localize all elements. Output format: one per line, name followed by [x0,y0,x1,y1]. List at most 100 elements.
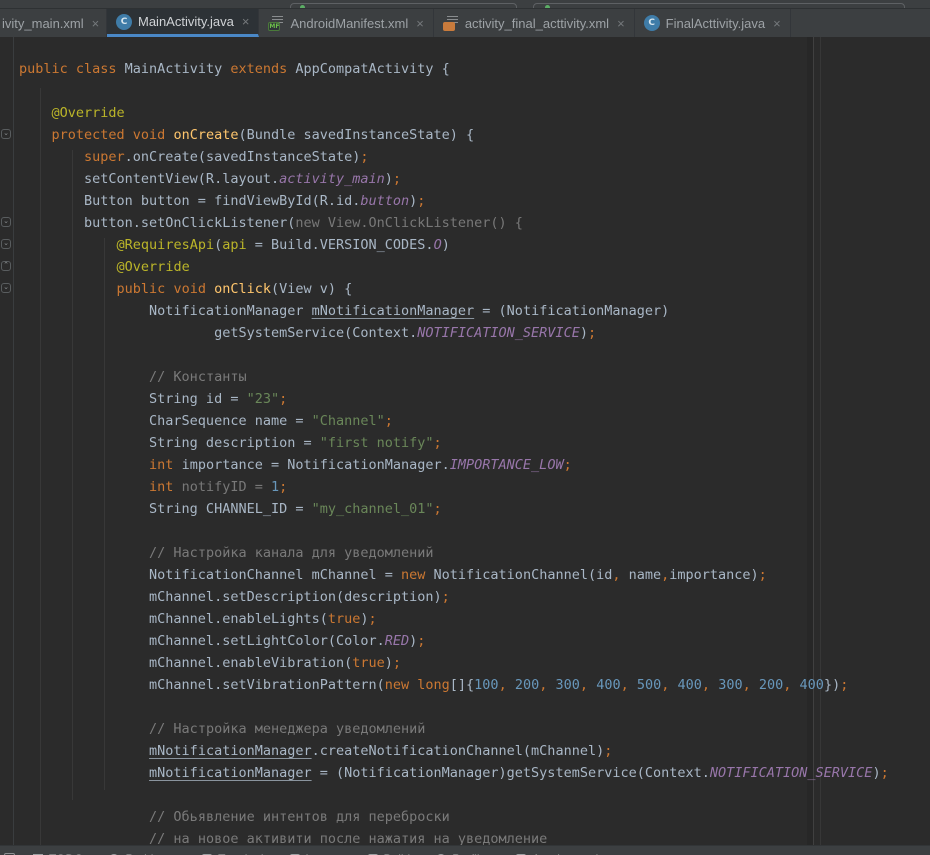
fold-marker-icon[interactable]: ⌄ [1,129,11,139]
code-token: String description = [19,435,320,451]
code-line[interactable]: super.onCreate(savedInstanceState); [19,146,930,168]
code-line[interactable]: @Override [19,256,930,278]
code-line[interactable]: mNotificationManager = (NotificationMana… [19,762,930,784]
code-editor[interactable]: ⌄ ⌄ ⌄ ⌃ ⌄ public class MainActivity extends … [0,37,930,845]
tab-mainactivity-java[interactable]: C MainActivity.java × [107,9,259,37]
code-line[interactable]: mChannel.enableLights(true); [19,608,930,630]
code-line[interactable]: setContentView(R.layout.activity_main); [19,168,930,190]
code-token: IMPORTANCE_LOW [450,457,564,473]
code-line[interactable] [19,80,930,102]
code-line[interactable]: public class MainActivity extends AppCom… [19,58,930,80]
close-icon[interactable]: × [617,17,625,30]
code-token [547,677,555,693]
code-line[interactable]: getSystemService(Context.NOTIFICATION_SE… [19,322,930,344]
code-line[interactable]: button.setOnClickListener(new View.OnCli… [19,212,930,234]
code-token: ; [442,589,450,605]
code-token: ; [604,743,612,759]
code-line[interactable]: int notifyID = 1; [19,476,930,498]
close-icon[interactable]: × [416,17,424,30]
code-token: ) [385,655,393,671]
code-line[interactable]: String CHANNEL_ID = "my_channel_01"; [19,498,930,520]
android-studio-window: ivity_main.xml × C MainActivity.java × M… [0,0,930,855]
code-token: 300 [718,677,742,693]
close-icon[interactable]: × [242,15,250,28]
code-token [19,545,149,561]
code-line[interactable]: mChannel.setDescription(description); [19,586,930,608]
code-token [19,259,117,275]
code-token: }) [824,677,840,693]
code-token: mNotificationManager [149,743,312,759]
code-line[interactable]: // Настройка менеджера уведомлений [19,718,930,740]
code-token: mChannel.setLightColor(Color. [19,633,385,649]
code-token: ; [840,677,848,693]
code-line[interactable]: @RequiresApi(api = Build.VERSION_CODES.O… [19,234,930,256]
code-line[interactable]: mChannel.enableVibration(true); [19,652,930,674]
code-token: "Channel" [312,413,385,429]
tab-label: activity_final_acttivity.xml [465,16,609,31]
code-token: []{ [450,677,474,693]
code-line[interactable]: int importance = NotificationManager.IMP… [19,454,930,476]
code-token: @Override [117,259,190,275]
code-line[interactable]: public void onClick(View v) { [19,278,930,300]
code-token: getSystemService(Context. [19,325,417,341]
fold-marker-icon[interactable]: ⌄ [1,217,11,227]
fold-marker-icon[interactable]: ⌄ [1,239,11,249]
code-line[interactable]: String description = "first notify"; [19,432,930,454]
toolwindow-logcat[interactable]: Logcat [290,852,342,855]
toolwindow-problems[interactable]: Problems [109,852,176,855]
code-token: 100 [474,677,498,693]
code-token: String id = [19,391,247,407]
toolwindow-profiler[interactable]: Profiler [436,852,490,855]
code-token [19,149,84,165]
toolwindow-build[interactable]: Build [368,852,411,855]
code-line[interactable]: NotificationChannel mChannel = new Notif… [19,564,930,586]
code-token: ; [434,501,442,517]
close-icon[interactable]: × [92,17,100,30]
code-line[interactable]: protected void onCreate(Bundle savedInst… [19,124,930,146]
code-token [19,105,52,121]
code-line[interactable]: // Настройка канала для уведомлений [19,542,930,564]
code-line[interactable]: String id = "23"; [19,388,930,410]
code-line[interactable]: // на новое активити после нажатия на ув… [19,828,930,845]
code-token: "my_channel_01" [312,501,434,517]
code-token: button [360,193,409,209]
code-token: true [328,611,361,627]
code-line[interactable]: mChannel.setLightColor(Color.RED); [19,630,930,652]
tab-activity-main-xml[interactable]: ivity_main.xml × [0,9,107,37]
code-line[interactable]: mNotificationManager.createNotificationC… [19,740,930,762]
code-token: ; [417,633,425,649]
tab-finalacttivity-java[interactable]: C FinalActtivity.java × [635,9,791,37]
editor-tab-bar: ivity_main.xml × C MainActivity.java × M… [0,9,930,37]
code-line[interactable]: // Обьявление интентов для переброски [19,806,930,828]
code-token: new [401,567,425,583]
code-line[interactable]: NotificationManager mNotificationManager… [19,300,930,322]
code-line[interactable]: // Константы [19,366,930,388]
code-line[interactable]: Button button = findViewById(R.id.button… [19,190,930,212]
code-area[interactable]: public class MainActivity extends AppCom… [14,58,930,845]
code-line[interactable] [19,696,930,718]
code-line[interactable] [19,520,930,542]
code-line[interactable] [19,784,930,806]
tab-activity-final-acttivity-xml[interactable]: activity_final_acttivity.xml × [434,9,635,37]
code-token [751,677,759,693]
toolwindow-terminal[interactable]: Terminal [202,852,263,855]
java-class-icon: C [116,14,132,30]
close-icon[interactable]: × [773,17,781,30]
code-token: ) [385,171,393,187]
fold-marker-icon[interactable]: ⌄ [1,283,11,293]
code-line[interactable]: CharSequence name = "Channel"; [19,410,930,432]
code-token: NotificationChannel mChannel = [19,567,401,583]
toolwindow-app-inspection[interactable]: App Inspection [516,852,611,855]
code-line[interactable] [19,344,930,366]
tab-androidmanifest-xml[interactable]: MF AndroidManifest.xml × [259,9,433,37]
code-token: = Build.VERSION_CODES. [247,237,434,253]
code-token: onClick [214,281,271,297]
fold-marker-icon[interactable]: ⌃ [1,261,11,271]
code-token: mNotificationManager [312,303,475,319]
code-line[interactable]: mChannel.setVibrationPattern(new long[]{… [19,674,930,696]
toolwindow-todo[interactable]: TODO [33,852,83,855]
code-token: ; [385,413,393,429]
code-token [19,765,149,781]
code-line[interactable]: @Override [19,102,930,124]
code-token: 200 [759,677,783,693]
